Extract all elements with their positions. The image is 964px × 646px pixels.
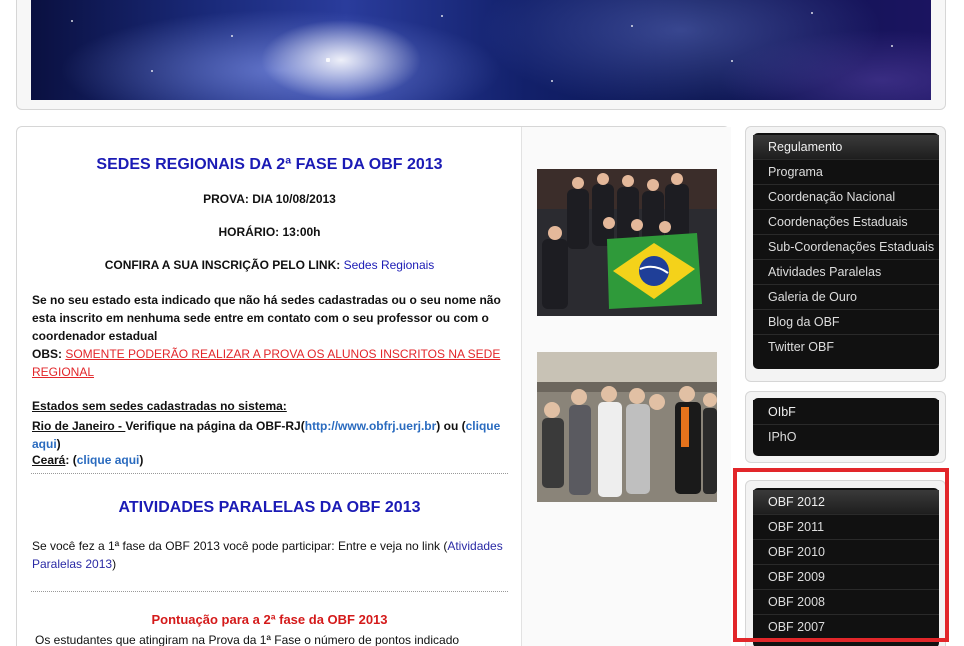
atividades-close: ) [112, 557, 117, 571]
menu-item-coordenacoes-estaduais[interactable]: Coordenações Estaduais [753, 210, 939, 235]
rj-text2: ) ou ( [436, 419, 466, 433]
menu-item-atividades-paralelas[interactable]: Atividades Paralelas [753, 260, 939, 285]
menu-item-galeria-de-ouro[interactable]: Galeria de Ouro [753, 285, 939, 310]
ce-label: Ceará [32, 453, 66, 467]
obs-label: OBS: [32, 347, 66, 361]
estados-heading: Estados sem sedes cadastradas no sistema… [32, 399, 287, 413]
sidebar-menu-main: Regulamento Programa Coordenação Naciona… [753, 133, 939, 369]
photo-column [522, 127, 731, 646]
prova-time: HORÁRIO: 13:00h [218, 225, 321, 239]
divider-2 [17, 591, 522, 592]
header-banner-image [31, 0, 931, 100]
menu-item-coordenacao-nacional[interactable]: Coordenação Nacional [753, 185, 939, 210]
section-title-pontuacao: Pontuação para a 2ª fase da OBF 2013 [151, 612, 388, 627]
section-title-atividades: ATIVIDADES PARALELAS DA OBF 2013 [118, 499, 421, 516]
ce-line: Ceará: (clique aqui) [32, 453, 502, 467]
ce-close: ) [139, 453, 144, 467]
highlight-box [733, 468, 949, 642]
confira-line: CONFIRA A SUA INSCRIÇÃO PELO LINK: Sedes… [17, 258, 522, 272]
menu-item-blog[interactable]: Blog da OBF [753, 310, 939, 335]
confira-label: CONFIRA A SUA INSCRIÇÃO PELO LINK: [104, 258, 344, 272]
menu-item-ipho[interactable]: IPhO [753, 425, 939, 450]
main-content: SEDES REGIONAIS DA 2ª FASE DA OBF 2013 P… [16, 126, 731, 646]
rj-close: ) [56, 437, 61, 451]
obfrj-link[interactable]: http://www.obfrj.uerj.br [305, 419, 437, 433]
rj-text: Verifique na página da OBF-RJ( [125, 419, 305, 433]
obs-block: OBS: SOMENTE PODERÃO REALIZAR A PROVA OS… [32, 345, 502, 381]
content-column: SEDES REGIONAIS DA 2ª FASE DA OBF 2013 P… [17, 127, 522, 646]
menu-item-programa[interactable]: Programa [753, 160, 939, 185]
sedes-regionais-link[interactable]: Sedes Regionais [344, 258, 435, 272]
ce-text: : ( [65, 453, 77, 467]
rj-line: Rio de Janeiro - Verifique na página da … [32, 417, 502, 453]
divider-1 [17, 473, 522, 474]
sidebar-menu-olympiads: OIbF IPhO [753, 398, 939, 456]
pontuacao-text: Os estudantes que atingiram na Prova da … [35, 633, 460, 646]
section-title-sedes: SEDES REGIONAIS DA 2ª FASE DA OBF 2013 [96, 156, 443, 173]
rj-label: Rio de Janeiro - [32, 419, 126, 433]
prova-date: PROVA: DIA 10/08/2013 [203, 192, 336, 206]
aviso-text: Se no seu estado esta indicado que não h… [32, 293, 501, 343]
obs-warning: SOMENTE PODERÃO REALIZAR A PROVA OS ALUN… [32, 347, 501, 379]
ce-click-link[interactable]: clique aqui [77, 453, 140, 467]
menu-item-oibf[interactable]: OIbF [753, 400, 939, 425]
menu-item-twitter[interactable]: Twitter OBF [753, 335, 939, 360]
atividades-text: Se você fez a 1ª fase da OBF 2013 você p… [32, 539, 448, 553]
group-photo-brazil-flag [537, 169, 717, 316]
menu-item-sub-coordenacoes[interactable]: Sub-Coordenações Estaduais [753, 235, 939, 260]
atividades-text-block: Se você fez a 1ª fase da OBF 2013 você p… [32, 537, 510, 573]
group-photo-students [537, 352, 717, 502]
menu-item-regulamento[interactable]: Regulamento [753, 135, 939, 160]
